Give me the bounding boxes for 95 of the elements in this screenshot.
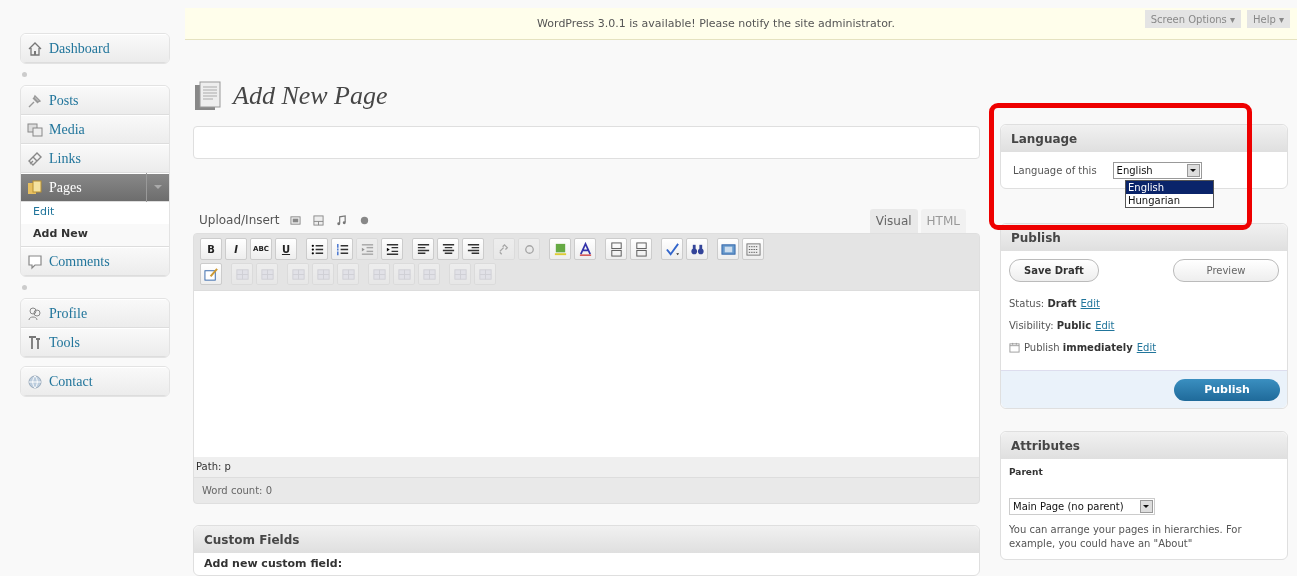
toolbar-button[interactable] xyxy=(630,238,652,260)
table-icon xyxy=(315,266,331,282)
menu-item[interactable]: Pages xyxy=(21,173,169,202)
status-text: Publish immediately xyxy=(1024,341,1133,353)
house-icon xyxy=(27,40,43,57)
edit-link[interactable]: Edit xyxy=(1095,319,1115,331)
toolbar-button[interactable]: U xyxy=(275,238,297,260)
submenu-item[interactable]: Edit xyxy=(21,202,169,224)
pages-icon xyxy=(193,80,223,111)
numbered-list-icon xyxy=(334,241,350,257)
table-icon xyxy=(371,266,387,282)
panel-header[interactable]: Attributes xyxy=(1001,432,1287,459)
header-tab-button[interactable]: Screen Options ▾ xyxy=(1144,10,1241,28)
dropdown-option[interactable]: English xyxy=(1126,181,1213,194)
edit-link[interactable]: Edit xyxy=(1136,341,1157,353)
panel-header[interactable]: Language xyxy=(1001,125,1287,152)
image-icon[interactable] xyxy=(289,214,301,226)
toolbar-button[interactable] xyxy=(462,238,484,260)
toolbar-button[interactable] xyxy=(686,238,708,260)
menu-item[interactable]: Media xyxy=(21,115,169,144)
menu-item[interactable]: Posts xyxy=(21,86,169,115)
language-label: Language of this xyxy=(1013,164,1097,176)
toolbar-button[interactable]: B xyxy=(200,238,222,260)
dropdown-option[interactable]: Hungarian xyxy=(1126,194,1213,207)
status-text: Visibility: Public xyxy=(1009,319,1092,331)
panel-title: Publish xyxy=(1011,230,1061,245)
panel-title: Attributes xyxy=(1011,438,1080,453)
save-draft-button[interactable]: Save Draft xyxy=(1009,259,1099,282)
toolbar-button[interactable] xyxy=(574,238,596,260)
tools-icon xyxy=(27,334,43,351)
page-break-icon xyxy=(633,241,649,257)
header-tab-button[interactable]: Help ▾ xyxy=(1247,10,1290,28)
paste-edit-icon xyxy=(203,266,219,282)
media-icon xyxy=(27,121,43,138)
video-icon[interactable] xyxy=(312,214,324,226)
align-right-icon xyxy=(465,241,481,257)
toolbar-button[interactable] xyxy=(331,238,353,260)
kitchen-sink-icon xyxy=(745,241,761,257)
table-icon xyxy=(477,266,493,282)
menu-item[interactable]: Dashboard xyxy=(21,34,169,63)
table-icon xyxy=(259,266,275,282)
parent-label: Parent xyxy=(1009,467,1044,477)
fullscreen-icon xyxy=(720,241,736,257)
editor-tab[interactable]: Visual xyxy=(869,209,918,233)
field-label: Add new custom field: xyxy=(204,557,343,570)
path-label: Path: p xyxy=(194,457,979,477)
submenu-item[interactable]: Add New xyxy=(21,224,169,246)
menu-item[interactable]: Contact xyxy=(21,367,169,396)
table-icon xyxy=(452,266,468,282)
table-icon xyxy=(234,266,250,282)
pushpin-icon xyxy=(27,92,43,109)
toolbar-button[interactable] xyxy=(381,238,403,260)
speech-bubble-icon xyxy=(27,253,43,270)
edit-link[interactable]: Edit xyxy=(1080,297,1100,309)
outdent-icon xyxy=(359,241,375,257)
music-note-icon[interactable] xyxy=(335,214,347,226)
language-select[interactable]: English xyxy=(1112,161,1202,179)
menu-item[interactable]: Profile xyxy=(21,299,169,328)
table-icon xyxy=(340,266,356,282)
menu-item[interactable]: Comments xyxy=(21,247,169,276)
toolbar-button[interactable]: I xyxy=(225,238,247,260)
align-center-icon xyxy=(440,241,456,257)
spellcheck-icon xyxy=(664,241,680,257)
panel-header[interactable]: Custom Fields xyxy=(194,526,979,553)
update-notice: WordPress 3.0.1 is available! Please notify the site administrator. xyxy=(537,17,895,30)
image-icon xyxy=(552,241,568,257)
help-text: You can arrange your pages in hierarchies. For example, you could have an "About" xyxy=(1009,523,1243,551)
align-left-icon xyxy=(415,241,431,257)
calendar-icon xyxy=(1009,341,1020,353)
publish-button[interactable]: Publish xyxy=(1174,378,1280,401)
page-break-icon xyxy=(608,241,624,257)
table-icon xyxy=(421,266,437,282)
toolbar-button[interactable] xyxy=(605,238,627,260)
text-color-icon xyxy=(577,241,593,257)
upload-insert-label: Upload/Insert xyxy=(199,213,280,227)
menu-item[interactable]: Tools xyxy=(21,328,169,357)
pages-icon xyxy=(27,179,43,196)
toolbar-button[interactable] xyxy=(661,238,683,260)
table-icon xyxy=(290,266,306,282)
indent-icon xyxy=(384,241,400,257)
title-field[interactable] xyxy=(193,126,980,159)
people-icon xyxy=(27,305,43,322)
status-text: Status: Draft xyxy=(1009,297,1077,309)
word-count: Word count: 0 xyxy=(202,485,272,496)
table-icon xyxy=(396,266,412,282)
toolbar-button[interactable] xyxy=(412,238,434,260)
menu-item[interactable]: Links xyxy=(21,144,169,173)
panel-title: Custom Fields xyxy=(204,532,300,547)
toolbar-button[interactable] xyxy=(306,238,328,260)
preview-button[interactable]: Preview xyxy=(1173,259,1279,282)
parent-select[interactable]: Main Page (no parent) xyxy=(1009,498,1155,515)
page-title: Add New Page xyxy=(233,80,388,111)
panel-title: Language xyxy=(1011,131,1078,146)
globe-icon xyxy=(27,373,43,390)
toolbar-button[interactable] xyxy=(437,238,459,260)
